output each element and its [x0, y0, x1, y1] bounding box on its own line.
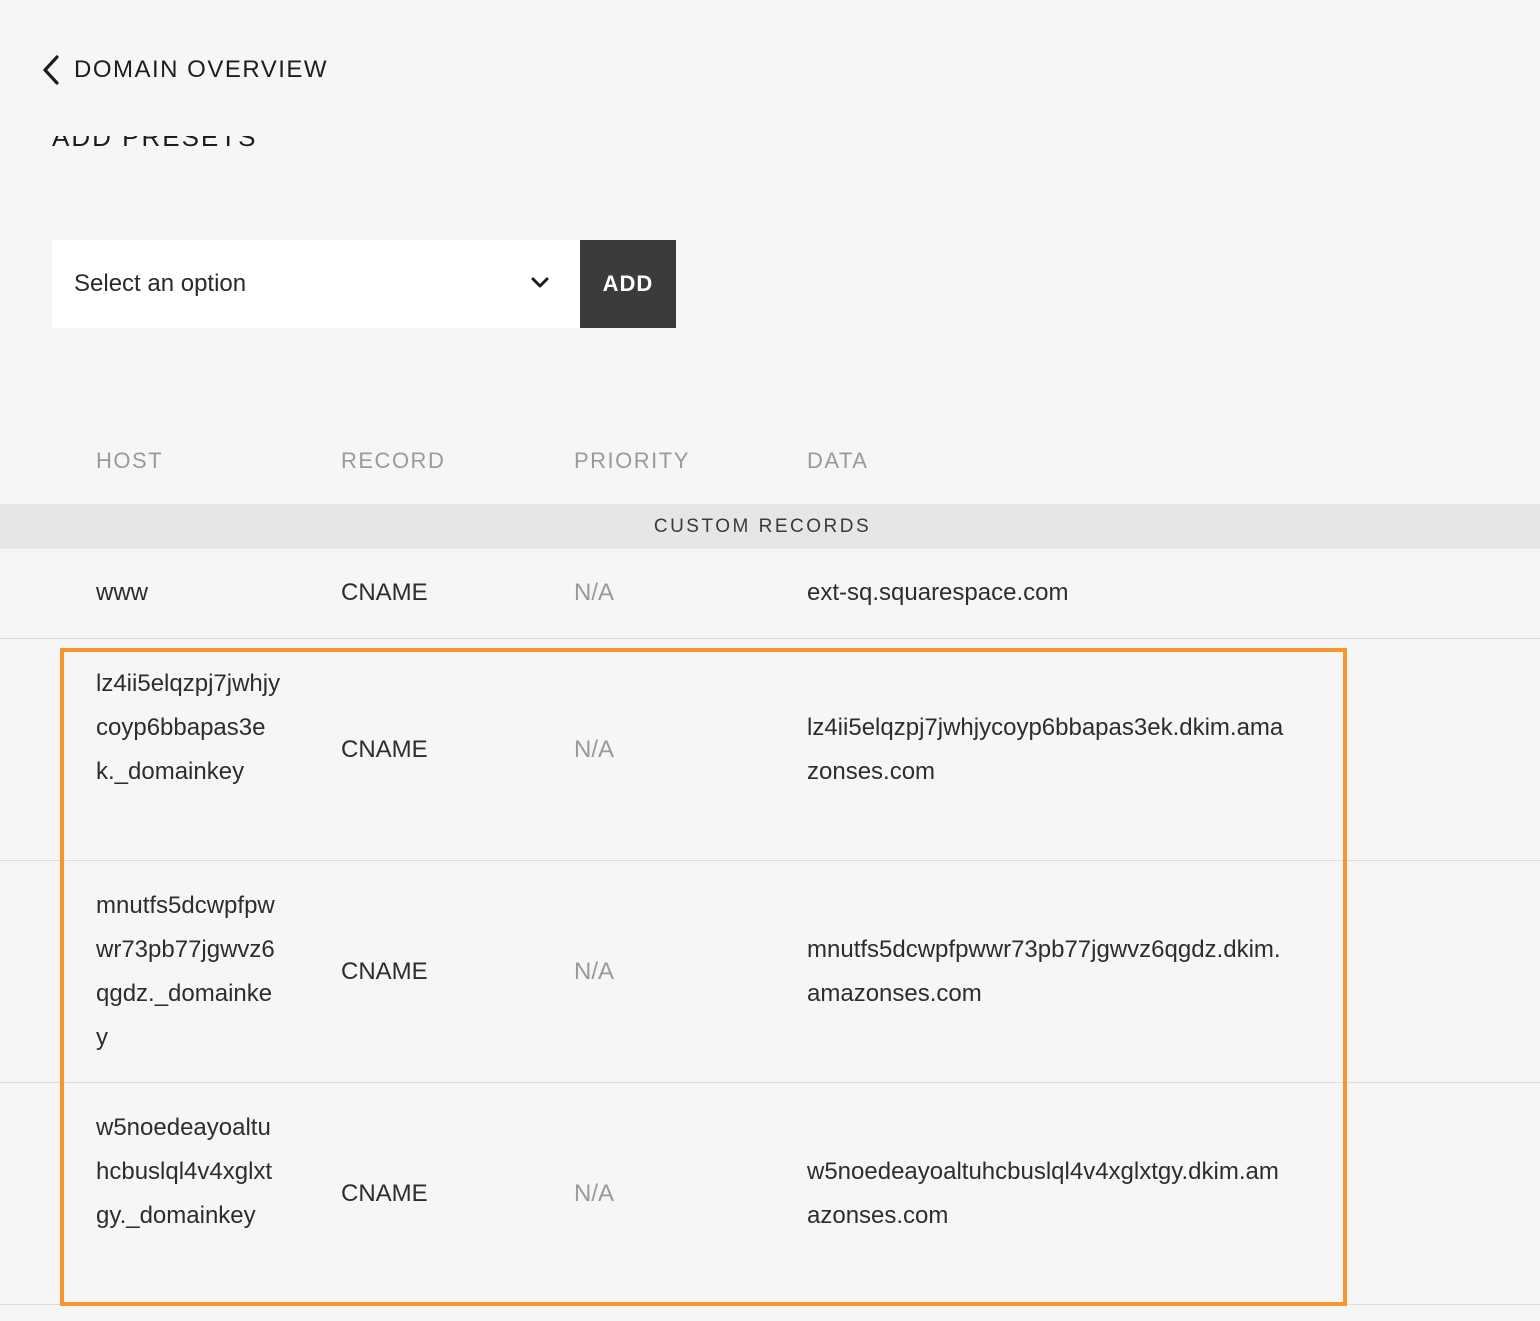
preset-select-value: Select an option	[74, 270, 247, 297]
presets-heading: ADD PRESETS	[52, 136, 258, 152]
chevron-left-icon	[40, 52, 62, 88]
host-cell: www	[96, 579, 148, 606]
column-header-priority: PRIORITY	[574, 448, 690, 473]
column-header-host: HOST	[96, 448, 164, 473]
dns-settings-page: DOMAIN OVERVIEW ADD PRESETS Select an op…	[0, 0, 1540, 1321]
host-cell: w5noedeayoaltuhcbuslql4v4xglxtgy._domain…	[96, 1114, 273, 1229]
section-label: CUSTOM RECORDS	[653, 515, 872, 537]
chevron-down-icon	[530, 275, 550, 294]
table-row[interactable]: www CNAME N/A ext-sq.squarespace.com	[0, 549, 1540, 639]
record-cell: CNAME	[341, 1180, 428, 1207]
column-header-data: DATA	[807, 448, 869, 473]
priority-cell: N/A	[574, 1180, 615, 1207]
data-cell: w5noedeayoaltuhcbuslql4v4xglxtgy.dkim.am…	[807, 1158, 1279, 1229]
data-cell: ext-sq.squarespace.com	[807, 579, 1069, 606]
add-preset-button[interactable]: ADD	[580, 240, 676, 328]
priority-cell: N/A	[574, 579, 615, 606]
data-cell: lz4ii5elqzpj7jwhjycoyp6bbapas3ek.dkim.am…	[807, 714, 1284, 785]
host-cell: mnutfs5dcwpfpwwr73pb77jgwvz6qgdz._domain…	[96, 892, 275, 1051]
priority-cell: N/A	[574, 736, 615, 763]
back-to-domain-overview[interactable]: DOMAIN OVERVIEW	[40, 50, 328, 90]
preset-select[interactable]: Select an option	[52, 240, 580, 328]
record-cell: CNAME	[341, 736, 428, 763]
preset-controls: Select an option ADD	[52, 240, 676, 328]
back-label: DOMAIN OVERVIEW	[74, 56, 329, 83]
table-row[interactable]: mnutfs5dcwpfpwwr73pb77jgwvz6qgdz._domain…	[0, 861, 1540, 1083]
priority-cell: N/A	[574, 958, 615, 985]
table-row[interactable]: lz4ii5elqzpj7jwhjycoyp6bbapas3ek._domain…	[0, 639, 1540, 861]
column-header-record: RECORD	[341, 448, 446, 473]
record-cell: CNAME	[341, 579, 428, 606]
table-row[interactable]: w5noedeayoaltuhcbuslql4v4xglxtgy._domain…	[0, 1083, 1540, 1305]
custom-records-section-header: CUSTOM RECORDS	[0, 504, 1540, 549]
record-cell: CNAME	[341, 958, 428, 985]
data-cell: mnutfs5dcwpfpwwr73pb77jgwvz6qgdz.dkim.am…	[807, 936, 1281, 1007]
host-cell: lz4ii5elqzpj7jwhjycoyp6bbapas3ek._domain…	[96, 670, 281, 785]
